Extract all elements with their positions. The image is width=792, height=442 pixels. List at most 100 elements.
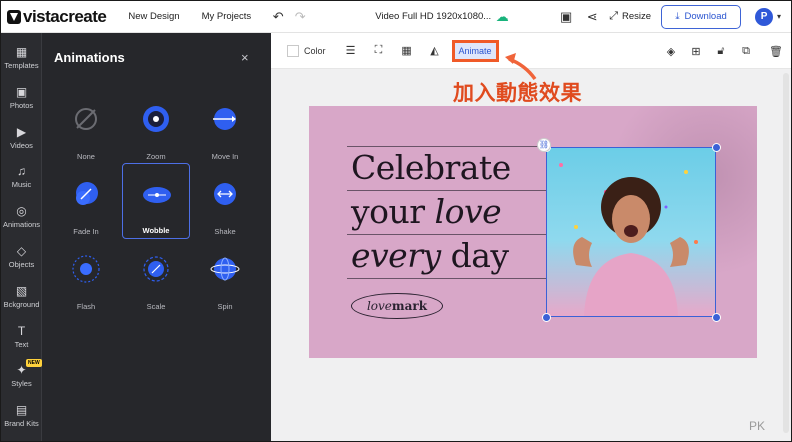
rail-item-videos[interactable]: ▶ Videos	[1, 125, 42, 150]
zoom-icon	[143, 106, 169, 132]
animate-button[interactable]: Animate	[451, 39, 499, 62]
animation-option-spin[interactable]: Spin	[191, 238, 259, 314]
rail-item-text[interactable]: T Text	[1, 324, 42, 349]
flash-icon	[72, 255, 100, 283]
text-rule	[347, 234, 547, 235]
rail-item-label: Objects	[8, 260, 35, 269]
rail-item-photos[interactable]: ▣ Photos	[1, 85, 42, 110]
rail-item-label: Photos	[9, 100, 34, 110]
logo-icon	[7, 9, 21, 24]
feedback-icon[interactable]: ▣	[555, 6, 577, 28]
align-icon[interactable]: ☰	[340, 40, 362, 62]
vertical-scrollbar[interactable]	[783, 73, 789, 433]
animation-label: Flash	[76, 302, 96, 311]
wobble-icon	[143, 187, 171, 203]
shapes-icon: ◇	[16, 244, 27, 258]
none-icon	[75, 108, 97, 130]
rail-item-objects[interactable]: ◇ Objects	[1, 244, 42, 269]
move-in-icon	[213, 108, 236, 130]
logo-part: mark	[391, 299, 428, 313]
resize-handle[interactable]	[712, 313, 721, 322]
download-icon: ⤓	[675, 11, 680, 22]
rail-item-label: Styles	[11, 379, 32, 389]
animations-panel: Animations × None Zoom Move In Fade In Wobbl…	[42, 33, 271, 441]
headline-italic-word: every	[351, 236, 441, 275]
panel-title: Animations	[54, 50, 125, 65]
cloud-saved-icon: ☁	[495, 8, 509, 24]
my-projects-link[interactable]: My Projects	[202, 11, 252, 22]
animation-option-scale[interactable]: Scale	[122, 238, 190, 314]
layers-icon[interactable]: ◈	[660, 40, 682, 62]
chevron-down-icon[interactable]: ▾	[773, 6, 785, 28]
resize-button[interactable]: ⤢ Resize	[609, 10, 651, 23]
animation-option-shake[interactable]: Shake	[191, 163, 259, 239]
headline-word: your	[351, 192, 435, 231]
image-icon: ▣	[15, 84, 28, 99]
resize-handle[interactable]	[712, 143, 721, 152]
headline-line-2[interactable]: your love	[351, 192, 502, 231]
link-icon[interactable]: ⛓	[537, 138, 551, 152]
annotation-text: 加入動態效果	[453, 81, 582, 105]
animation-option-zoom[interactable]: Zoom	[122, 88, 190, 164]
scale-icon	[143, 256, 169, 282]
undo-icon[interactable]: ↶	[267, 6, 289, 28]
new-badge: NEW	[26, 359, 42, 368]
color-button[interactable]: Color	[287, 44, 326, 57]
download-label: Download	[684, 11, 727, 22]
rail-item-label: Videos	[10, 140, 33, 150]
document-name[interactable]: Video Full HD 1920x1080...	[375, 11, 491, 22]
grid-icon: ▦	[15, 45, 28, 59]
headline-line-1[interactable]: Celebrate	[351, 148, 511, 187]
trash-icon[interactable]: 🗑︎	[765, 40, 787, 62]
headline-word: day	[440, 236, 509, 275]
lock-icon[interactable]: 🔓︎	[710, 40, 732, 62]
animation-option-move-in[interactable]: Move In	[191, 88, 259, 164]
video-icon: ▶	[16, 124, 27, 139]
animation-option-fade-in[interactable]: Fade In	[52, 163, 120, 239]
avatar[interactable]: P	[755, 7, 774, 26]
selection-box	[546, 147, 716, 317]
lovemark-logo[interactable]: lovemark	[351, 293, 443, 319]
rail-item-music[interactable]: ♫ Music	[1, 164, 42, 189]
transparency-icon[interactable]: ▦	[396, 40, 418, 62]
animation-option-flash[interactable]: Flash	[52, 238, 120, 314]
rail-item-label: Templates	[4, 61, 39, 70]
download-button[interactable]: ⤓ Download	[661, 4, 742, 29]
animation-label: Spin	[217, 302, 233, 311]
animation-label: Fade In	[73, 227, 99, 236]
vistacreate-logo[interactable]: vistacreate	[7, 6, 107, 27]
headline-line-3[interactable]: every day	[351, 236, 509, 275]
rail-item-brand-kits[interactable]: ▤ Brand Kits	[1, 403, 42, 428]
animations-icon: ◎	[16, 204, 27, 219]
animation-option-wobble[interactable]: Wobble	[122, 163, 190, 239]
resize-handle[interactable]	[542, 313, 551, 322]
logo-text: vistacreate	[23, 6, 107, 26]
animation-label: Scale	[146, 302, 166, 311]
text-rule	[347, 146, 547, 147]
rail-item-label: Brand Kits	[4, 419, 39, 429]
background-icon: ▧	[15, 283, 28, 298]
rail-item-templates[interactable]: ▦ Templates	[1, 45, 42, 70]
rail-item-animations[interactable]: ◎ Animations	[1, 204, 42, 229]
close-icon[interactable]: ×	[241, 50, 249, 65]
flip-icon[interactable]: ◭	[424, 40, 446, 62]
rail-item-bckground[interactable]: ▧ Bckground	[1, 284, 42, 309]
position-icon[interactable]: ⊞	[685, 40, 707, 62]
spin-icon	[210, 257, 240, 281]
animation-option-none[interactable]: None	[52, 88, 120, 164]
rail-item-styles[interactable]: ✦ Styles NEW	[1, 359, 42, 389]
music-icon: ♫	[17, 164, 26, 179]
shake-icon	[214, 183, 236, 205]
top-bar: vistacreate New Design My Projects ↶ ↷ V…	[1, 1, 791, 33]
share-icon[interactable]: ⋖	[581, 6, 603, 28]
crop-icon[interactable]: ⛶	[368, 40, 390, 62]
redo-icon[interactable]: ↷	[289, 6, 311, 28]
animation-label: Shake	[214, 227, 236, 236]
new-design-link[interactable]: New Design	[128, 11, 179, 22]
duplicate-icon[interactable]: ⧉	[735, 40, 757, 62]
resize-icon: ⤢	[609, 10, 619, 22]
left-rail: ▦ Templates ▣ Photos ▶ Videos ♫ Music ◎ Animation…	[1, 33, 42, 441]
rail-item-label: Music	[11, 180, 32, 190]
fade-in-icon	[76, 182, 98, 205]
rail-item-label: Animations	[2, 220, 41, 230]
